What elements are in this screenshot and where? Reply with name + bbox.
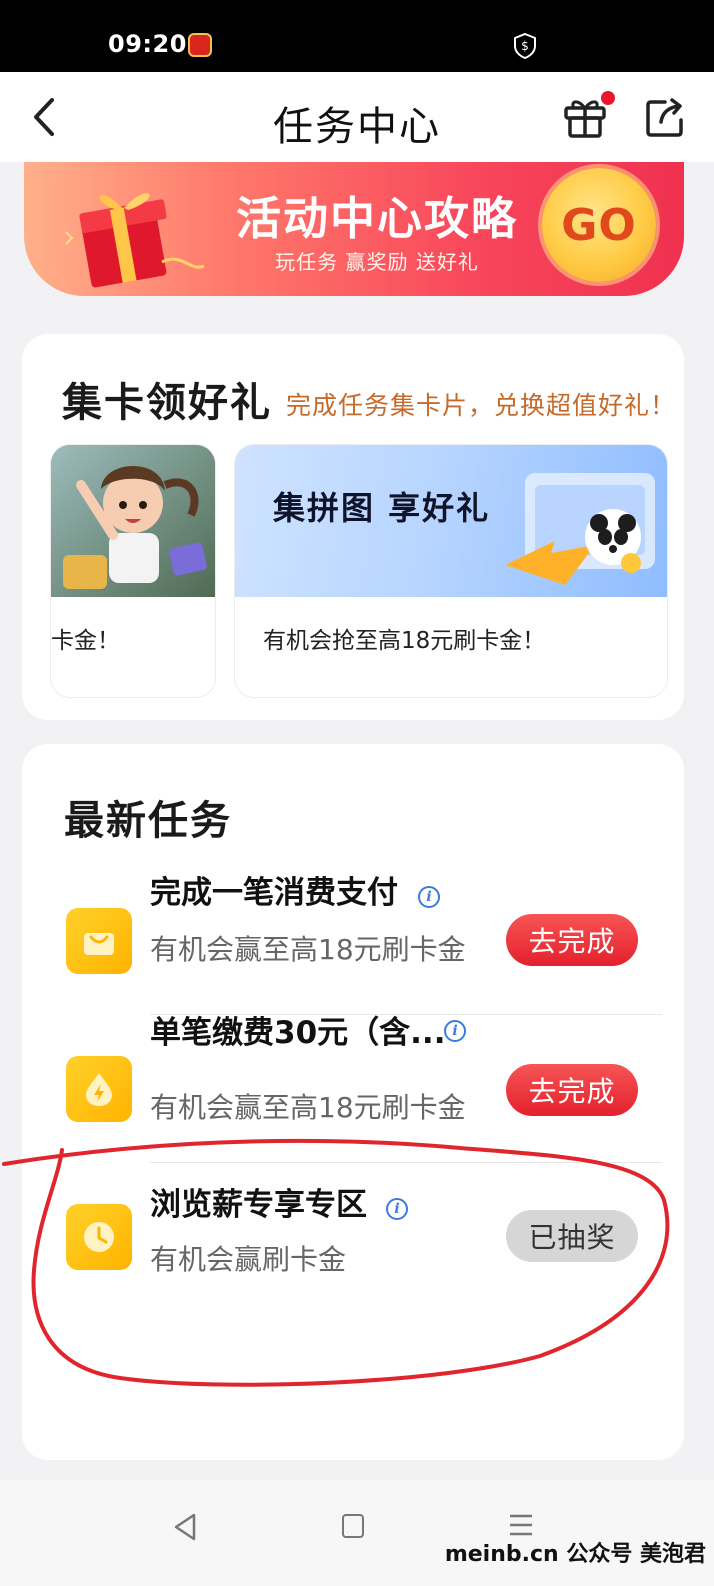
latest-tasks-title: 最新任务 [64, 798, 232, 844]
info-icon[interactable]: i [418, 886, 440, 908]
go-button[interactable]: GO [542, 168, 656, 282]
promo-card[interactable]: 卡金！ [50, 444, 216, 698]
task-title: 完成一笔消费支付 [150, 875, 398, 911]
already-drawn-button[interactable]: 已抽奖 [506, 1210, 638, 1262]
collect-cards-section: 集卡领好礼 完成任务集卡片，兑换超值好礼！ 卡金！ 集拼图 享好礼 有机会抢至高… [22, 334, 684, 720]
promo-card-text: 卡金！ [51, 628, 120, 654]
app-notification-icon [188, 33, 212, 57]
complete-task-button[interactable]: 去完成 [506, 914, 638, 966]
system-nav-bar: meinb.cn 公众号 美泡君 [0, 1480, 714, 1586]
task-row: 浏览薪专享专区 i 有机会赢刷卡金 已抽奖 [22, 1162, 684, 1312]
lightning-drop-icon [66, 1056, 132, 1122]
system-menu-icon[interactable] [508, 1512, 534, 1538]
activity-guide-banner[interactable]: 活动中心攻略 玩任务 赢奖励 送好礼 GO [24, 162, 684, 296]
task-description: 有机会赢至高18元刷卡金 [150, 933, 466, 966]
complete-task-button[interactable]: 去完成 [506, 1064, 638, 1116]
task-title: 单笔缴费30元（含... [150, 1015, 446, 1051]
share-icon[interactable] [645, 96, 685, 138]
system-home-icon[interactable] [342, 1514, 364, 1538]
puzzle-banner-title: 集拼图 享好礼 [273, 489, 491, 527]
gift-box-illustration [65, 193, 205, 288]
task-title: 浏览薪专享专区 [150, 1187, 367, 1223]
shopping-bag-icon [66, 908, 132, 974]
clock-icon [66, 1204, 132, 1270]
task-description: 有机会赢刷卡金 [150, 1243, 347, 1276]
character-illustration [51, 445, 215, 597]
banner-title: 活动中心攻略 [235, 192, 518, 245]
puzzle-card-text: 有机会抢至高18元刷卡金！ [263, 628, 546, 654]
svg-text:$: $ [521, 39, 529, 53]
collect-cards-subtitle: 完成任务集卡片，兑换超值好礼！ [286, 391, 677, 420]
puzzle-card[interactable]: 集拼图 享好礼 有机会抢至高18元刷卡金！ [234, 444, 668, 698]
nav-bar: 任务中心 [0, 72, 714, 162]
shield-dollar-icon: $ [514, 32, 536, 60]
status-time: 09:20 [108, 30, 187, 58]
watermark-text: meinb.cn 公众号 美泡君 [444, 1542, 706, 1567]
puzzle-banner-image: 集拼图 享好礼 [235, 445, 667, 597]
status-bar: 09:20 $ [0, 0, 714, 72]
collect-cards-title: 集卡领好礼 [62, 380, 272, 426]
task-description: 有机会赢至高18元刷卡金 [150, 1091, 466, 1124]
latest-tasks-section: 最新任务 完成一笔消费支付 i 有机会赢至高18元刷卡金 去完成 单笔缴费30元… [22, 744, 684, 1460]
notification-dot [601, 91, 615, 105]
task-row: 单笔缴费30元（含... i 有机会赢至高18元刷卡金 去完成 [22, 1014, 684, 1162]
info-icon[interactable]: i [386, 1198, 408, 1220]
info-icon[interactable]: i [444, 1020, 466, 1042]
banner-subtitle: 玩任务 赢奖励 送好礼 [275, 250, 479, 274]
system-back-icon[interactable] [172, 1512, 198, 1542]
task-row: 完成一笔消费支付 i 有机会赢至高18元刷卡金 去完成 [22, 864, 684, 1014]
